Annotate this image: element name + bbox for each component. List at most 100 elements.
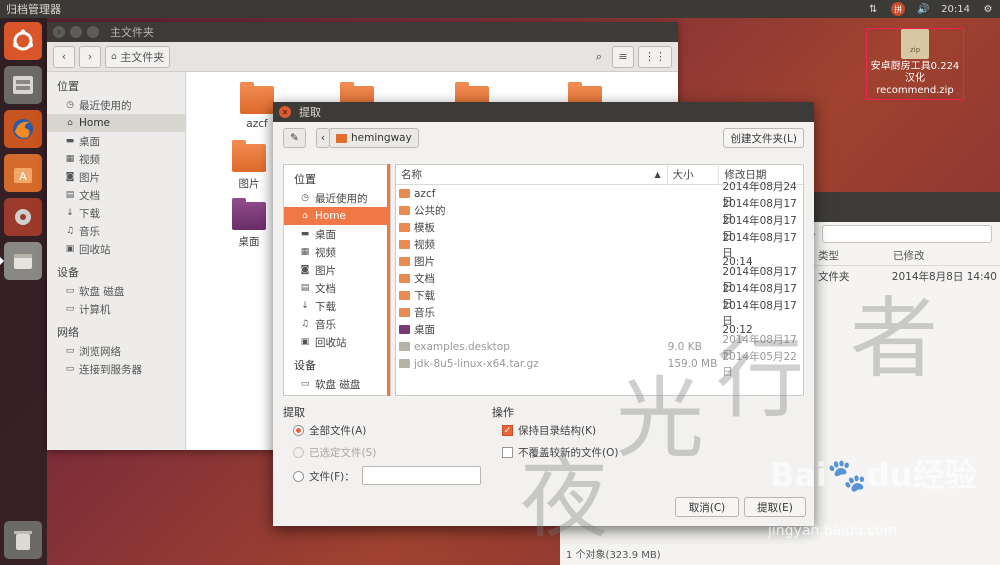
sidebar-item-connect-server[interactable]: ▭ 连接到服务器: [47, 360, 185, 378]
network-icon: ▭: [65, 346, 75, 356]
table-row[interactable]: 文件夹 2014年8月8日 14:40: [818, 266, 1000, 286]
sidebar-item-home[interactable]: ⌂ Home: [47, 114, 185, 132]
sidebar-item-desktop[interactable]: ▬ 桌面: [47, 132, 185, 150]
disk-icon: ▭: [65, 286, 75, 296]
places-item-trash[interactable]: ▣ 回收站: [284, 333, 390, 351]
fm-toolbar: ‹ › ⌂ 主文件夹 ⌕ ≡ ⋮⋮: [47, 42, 678, 72]
places-item-home[interactable]: ⌂ Home: [284, 207, 390, 225]
path-home-button[interactable]: ⌂ 主文件夹: [105, 45, 171, 68]
launcher-archive-manager-button[interactable]: [0, 242, 42, 280]
file-icon: [399, 342, 410, 351]
bg-col-type[interactable]: 类型: [810, 248, 885, 263]
keep-structure-checkbox[interactable]: ✓ 保持目录结构(K): [502, 423, 596, 438]
dialog-devices-heading: 设备: [294, 359, 316, 372]
action-section-title: 操作: [492, 406, 514, 419]
search-icon[interactable]: ⌕: [596, 50, 602, 64]
file-row[interactable]: jdk-8u5-linux-x64.tar.gz 159.0 MB 2014年05月…: [396, 351, 803, 378]
shopping-bag-icon: A: [14, 168, 32, 183]
places-item-recent[interactable]: ◷ 最近使用的: [284, 189, 390, 207]
home-icon: ⌂: [67, 118, 73, 128]
places-item-documents[interactable]: ▤ 文档: [284, 279, 390, 297]
close-icon[interactable]: ✕: [279, 106, 291, 118]
view-options-button[interactable]: ⋮⋮: [638, 45, 672, 68]
folder-item[interactable]: 图片: [219, 140, 279, 191]
minimize-icon[interactable]: [70, 26, 82, 38]
sidebar-item-trash[interactable]: ▣ 回收站: [47, 240, 185, 258]
places-item-videos[interactable]: ▦ 视频: [284, 243, 390, 261]
close-icon[interactable]: ✕: [53, 26, 65, 38]
launcher-settings-button[interactable]: [4, 198, 42, 236]
sidebar-item-videos[interactable]: ▦ 视频: [47, 150, 185, 168]
sidebar-item-recent[interactable]: ◷ 最近使用的: [47, 96, 185, 114]
launcher-files-button[interactable]: [4, 66, 42, 104]
download-icon: ↓: [66, 208, 74, 218]
file-row[interactable]: 音乐 2014年08月17日: [396, 300, 803, 327]
extract-dialog: ✕ 提取 ✎ ‹ hemingway 创建文件夹(L) 位置 ◷ 最近使用的 ⌂ H…: [273, 102, 814, 526]
launcher-firefox-button[interactable]: [4, 110, 42, 148]
back-button[interactable]: ‹: [53, 45, 75, 68]
input-method-icon[interactable]: 拼: [891, 2, 906, 16]
sidebar-item-browse-network[interactable]: ▭ 浏览网络: [47, 342, 185, 360]
bg-col-modified[interactable]: 已修改: [885, 248, 995, 263]
grid-icon: ⋮⋮: [644, 50, 666, 63]
launcher-software-center-button[interactable]: A: [4, 154, 42, 192]
chevron-left-icon: ‹: [320, 132, 326, 144]
places-item-downloads[interactable]: ↓ 下载: [284, 297, 390, 315]
home-icon: ⌂: [111, 51, 117, 62]
fm-titlebar: ✕ 主文件夹: [47, 22, 678, 42]
clock[interactable]: 20:14: [941, 4, 970, 15]
files-pattern-input[interactable]: [362, 466, 481, 485]
sidebar-item-pictures[interactable]: ◙ 图片: [47, 168, 185, 186]
desktop-zip-file[interactable]: zip 安卓厨房工具0.224汉化 recommend.zip: [866, 28, 964, 100]
settings-tools-icon: [15, 209, 31, 225]
view-list-button[interactable]: ≡: [612, 45, 634, 68]
archive-icon: [14, 254, 32, 269]
col-name-header[interactable]: 名称 ▲: [396, 165, 668, 185]
edit-location-button[interactable]: ✎: [283, 128, 306, 148]
forward-button[interactable]: ›: [79, 45, 101, 68]
dialog-titlebar: ✕ 提取: [273, 102, 814, 122]
path-prev-button[interactable]: ‹: [315, 128, 331, 148]
indicator-area: ⇅ 拼 🔊 20:14 ⚙: [867, 2, 1000, 16]
radio-icon: [293, 471, 304, 482]
places-item-pictures[interactable]: ◙ 图片: [284, 261, 390, 279]
volume-icon[interactable]: 🔊: [917, 3, 929, 15]
network-icon[interactable]: ⇅: [867, 3, 879, 15]
extract-files-radio[interactable]: 文件(F)：: [293, 469, 355, 484]
film-icon: ▦: [300, 247, 310, 257]
gear-icon[interactable]: ⚙: [982, 3, 994, 15]
dash-home-button[interactable]: [4, 22, 42, 60]
pane-splitter[interactable]: [387, 164, 390, 396]
col-size-header[interactable]: 大小: [668, 165, 720, 185]
places-item-floppy[interactable]: ▭ 软盘 磁盘: [284, 375, 390, 393]
bg-search-input[interactable]: [822, 225, 992, 243]
sidebar-item-downloads[interactable]: ↓ 下载: [47, 204, 185, 222]
file-row[interactable]: 视频 2014年08月17日: [396, 232, 803, 259]
path-hemingway-button[interactable]: hemingway: [329, 128, 419, 148]
folder-icon: [399, 240, 410, 249]
trash-icon: ▣: [300, 337, 310, 347]
document-icon: ▤: [65, 190, 75, 200]
sidebar-item-computer[interactable]: ▭ 计算机: [47, 300, 185, 318]
sidebar-item-documents[interactable]: ▤ 文档: [47, 186, 185, 204]
clock-icon: ◷: [66, 100, 74, 110]
fm-window-title: 主文件夹: [110, 26, 154, 39]
create-folder-button[interactable]: 创建文件夹(L): [723, 128, 804, 148]
folder-icon: [399, 189, 410, 198]
places-item-desktop[interactable]: ▬ 桌面: [284, 225, 390, 243]
places-item-music[interactable]: ♫ 音乐: [284, 315, 390, 333]
home-icon: ⌂: [302, 211, 308, 221]
extract-all-radio[interactable]: 全部文件(A): [293, 423, 366, 438]
folder-icon: [399, 308, 410, 317]
folder-icon: ▬: [65, 136, 75, 146]
launcher-trash-button[interactable]: [4, 521, 42, 559]
sidebar-item-floppy[interactable]: ▭ 软盘 磁盘: [47, 282, 185, 300]
extract-button[interactable]: 提取(E): [744, 497, 806, 517]
desktop-folder-icon: [399, 325, 410, 334]
no-overwrite-checkbox[interactable]: 不覆盖较新的文件(O): [502, 445, 618, 460]
maximize-icon[interactable]: [87, 26, 99, 38]
sidebar-item-music[interactable]: ♫ 音乐: [47, 222, 185, 240]
folder-item[interactable]: 桌面: [219, 198, 279, 249]
cancel-button[interactable]: 取消(C): [675, 497, 739, 517]
extract-selected-radio[interactable]: 已选定文件(S): [293, 445, 376, 460]
